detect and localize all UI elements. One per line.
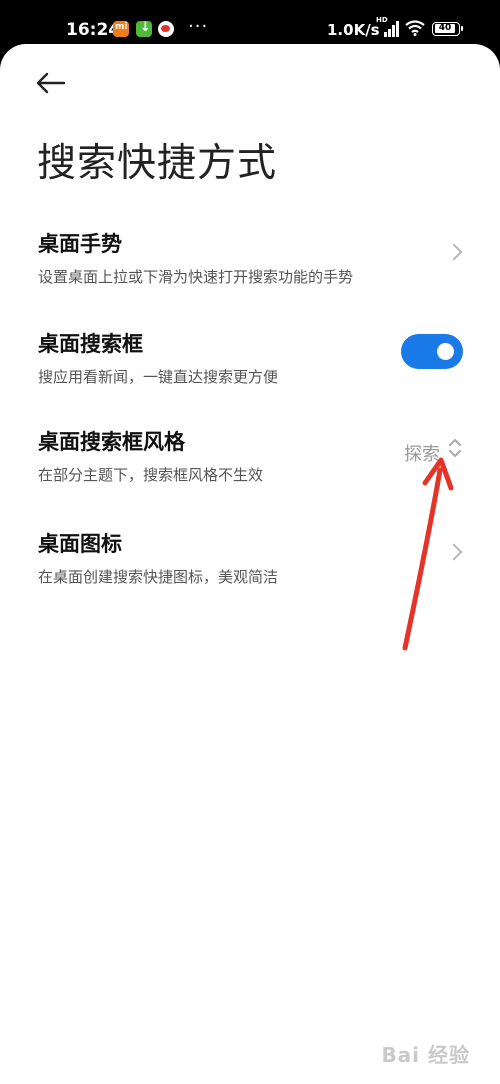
weibo-app-icon <box>158 21 174 37</box>
more-notifications-icon: ··· <box>188 16 209 37</box>
download-app-icon <box>136 20 152 37</box>
toggle-knob <box>437 343 454 360</box>
back-arrow-icon[interactable] <box>34 70 66 96</box>
network-speed: 1.0K/s <box>327 21 380 39</box>
setting-title: 桌面搜索框风格 <box>38 430 185 454</box>
search-style-value[interactable]: 探索 <box>404 440 440 466</box>
status-time: 16:24 <box>66 20 121 40</box>
baidu-jingyan-watermark: Bai 经验 <box>381 1043 470 1067</box>
mi-app-icon <box>113 21 129 37</box>
setting-subtitle: 在部分主题下，搜索框风格不生效 <box>38 466 264 484</box>
up-down-chevron-icon[interactable] <box>447 436 463 460</box>
setting-desktop-gesture[interactable]: 桌面手势 设置桌面上拉或下滑为快速打开搜索功能的手势 <box>0 228 500 308</box>
setting-search-box-style[interactable]: 桌面搜索框风格 在部分主题下，搜索框风格不生效 探索 <box>0 426 500 506</box>
setting-subtitle: 在桌面创建搜索快捷图标，美观简洁 <box>38 568 279 586</box>
signal-icon <box>384 21 400 37</box>
setting-desktop-icon[interactable]: 桌面图标 在桌面创建搜索快捷图标，美观简洁 <box>0 528 500 608</box>
battery-icon: 40 <box>432 22 463 36</box>
search-box-toggle[interactable] <box>401 334 463 369</box>
setting-subtitle: 设置桌面上拉或下滑为快速打开搜索功能的手势 <box>38 268 354 286</box>
setting-desktop-search-box: 桌面搜索框 搜应用看新闻，一键直达搜索更方便 <box>0 328 500 408</box>
setting-title: 桌面搜索框 <box>38 332 143 356</box>
battery-level: 40 <box>435 24 455 33</box>
settings-page: 搜索快捷方式 桌面手势 设置桌面上拉或下滑为快速打开搜索功能的手势 桌面搜索框 … <box>0 44 500 1084</box>
setting-title: 桌面手势 <box>38 232 122 256</box>
chevron-right-icon <box>445 243 463 261</box>
chevron-right-icon <box>445 543 463 561</box>
setting-subtitle: 搜应用看新闻，一键直达搜索更方便 <box>38 368 279 386</box>
setting-title: 桌面图标 <box>38 532 122 556</box>
wifi-icon <box>405 20 425 36</box>
page-title: 搜索快捷方式 <box>37 141 278 186</box>
